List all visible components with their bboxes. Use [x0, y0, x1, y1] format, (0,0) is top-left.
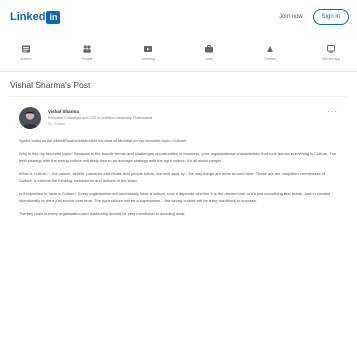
nav-item-articles[interactable]: Articles	[6, 44, 46, 61]
nav-label: Get the app	[321, 57, 341, 61]
post-intro: Spoke today at the #MindPositionedMindse…	[19, 138, 187, 143]
author-name[interactable]: Vishal Sharma	[48, 109, 152, 114]
auth-actions: Join now Sign in	[279, 9, 349, 25]
app-icon	[326, 44, 336, 54]
people-icon	[82, 44, 92, 54]
post-header: Vishal Sharma Executive Consultant and C…	[19, 107, 338, 129]
main-nav: Articles People Learning Jobs Games Get …	[0, 34, 357, 72]
page-title: Vishal Sharma's Post	[10, 80, 91, 90]
page: Linked in Join now Sign in Articles Peop…	[0, 0, 357, 354]
sign-in-button[interactable]: Sign in	[312, 9, 349, 25]
nav-item-games[interactable]: Games	[250, 44, 290, 61]
author-headline: Executive Consultant and CXO & Certified…	[48, 116, 153, 120]
more-options-icon[interactable]: ···	[327, 107, 338, 116]
post-time: 2y · Edited	[48, 122, 65, 126]
article-icon	[21, 44, 31, 54]
post-body: Spoke today at the #MindPositionedMindse…	[19, 137, 338, 217]
nav-item-get-app[interactable]: Get the app	[311, 44, 351, 61]
author-info: Vishal Sharma Executive Consultant and C…	[48, 107, 152, 126]
learning-icon	[143, 44, 153, 54]
nav-item-jobs[interactable]: Jobs	[189, 44, 229, 61]
post-card: Vishal Sharma Executive Consultant and C…	[9, 96, 348, 217]
logo-box: in	[46, 10, 61, 24]
games-icon	[265, 44, 275, 54]
top-bar: Linked in Join now Sign in	[0, 0, 357, 34]
nav-item-learning[interactable]: Learning	[128, 44, 168, 61]
post-paragraph: What is Culture? - the values, beliefs, …	[19, 171, 326, 183]
post-paragraph: Why is this my favourite topic? Because …	[19, 151, 337, 163]
join-now-link[interactable]: Join now	[279, 14, 303, 20]
avatar[interactable]	[19, 107, 41, 129]
post-paragraph: The key point is every organisation and …	[19, 211, 185, 216]
person-icon	[22, 111, 38, 129]
nav-label: Learning	[141, 57, 155, 61]
nav-label: Games	[264, 57, 276, 61]
jobs-icon	[204, 44, 214, 54]
nav-label: Articles	[20, 57, 32, 61]
nav-label: People	[81, 57, 93, 61]
nav-item-people[interactable]: People	[67, 44, 107, 61]
post-paragraph: Is it important to have a Culture? Every…	[19, 191, 331, 203]
logo-text: Linked	[10, 11, 46, 23]
nav-label: Jobs	[205, 57, 213, 61]
linkedin-logo[interactable]: Linked in	[10, 10, 61, 24]
